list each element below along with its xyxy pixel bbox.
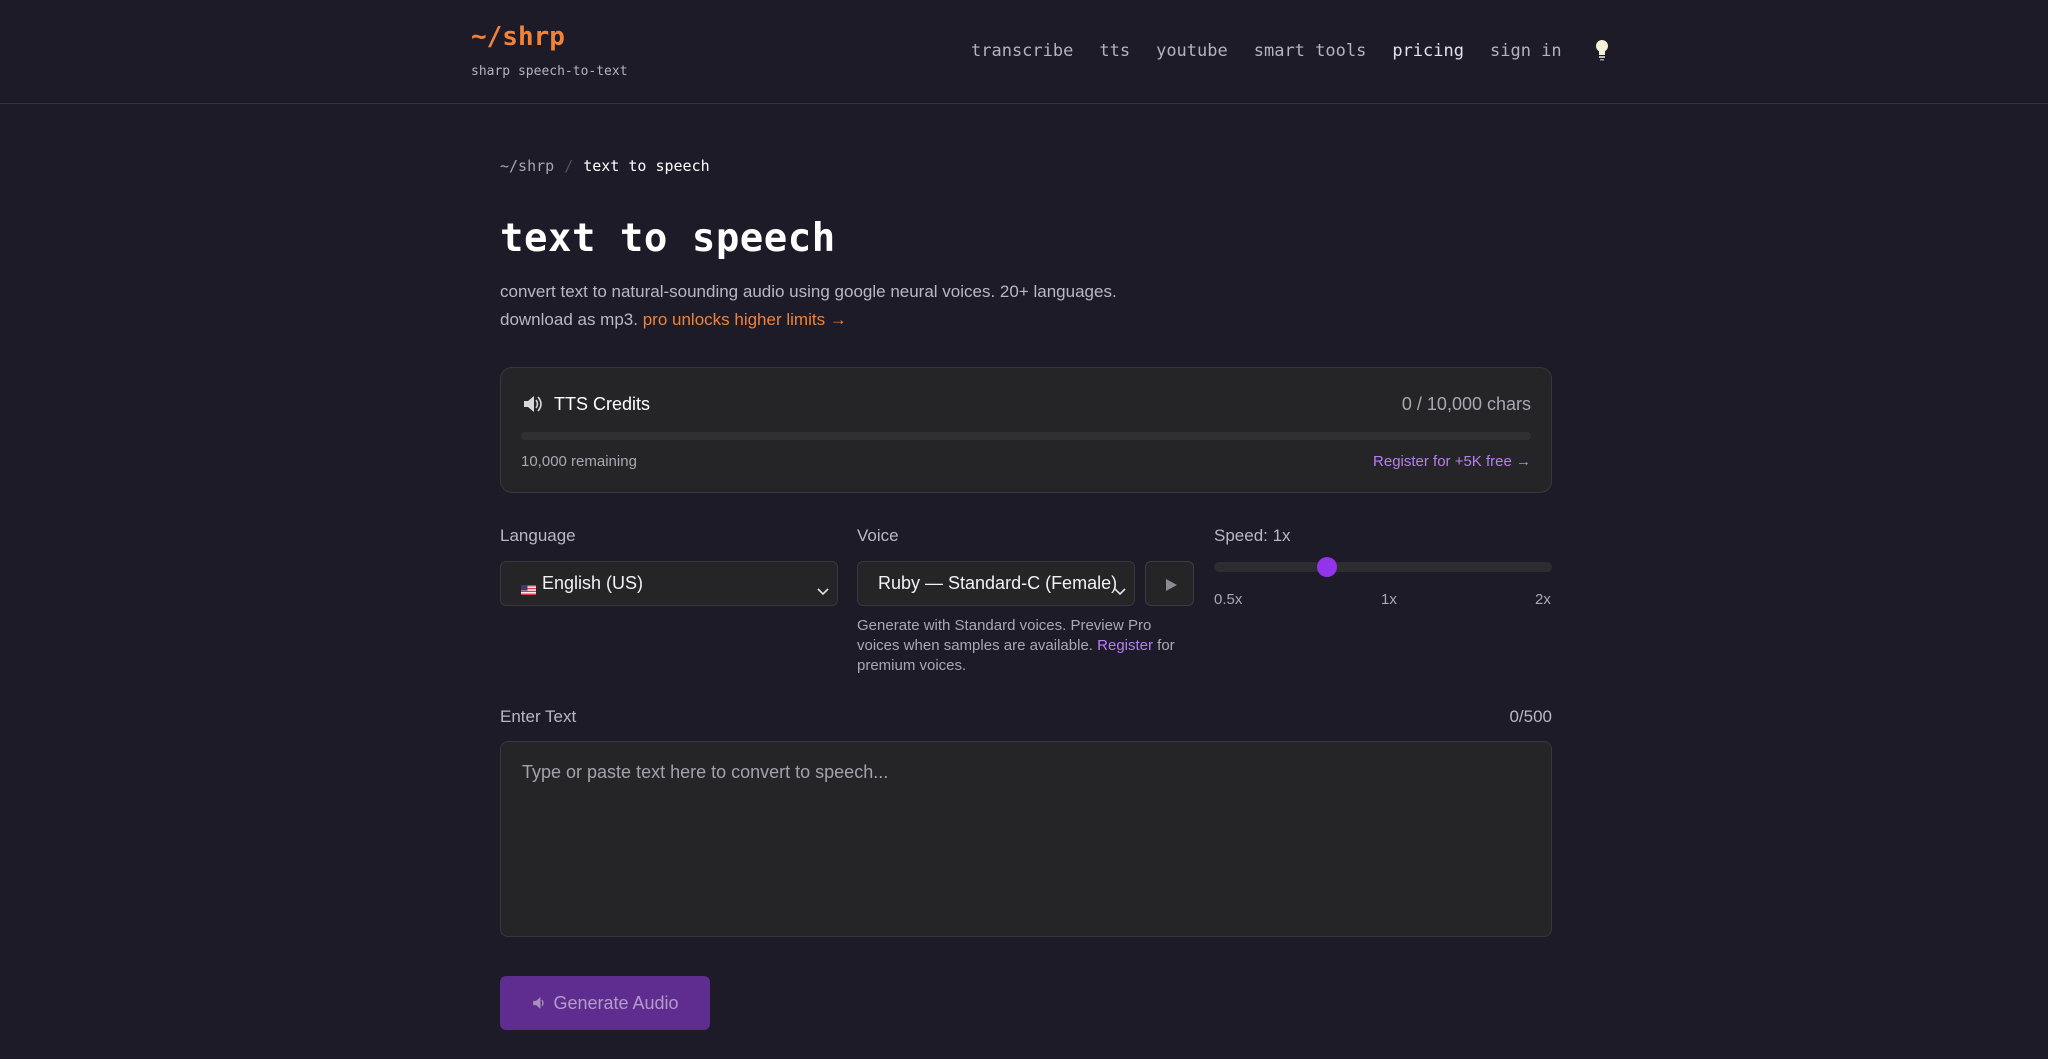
nav-sign-in[interactable]: sign in [1490,41,1562,61]
speed-tick-min: 0.5x [1214,591,1243,608]
main-nav: transcribe tts youtube smart tools prici… [971,40,1610,62]
breadcrumb: ~/shrp / text to speech [500,157,710,175]
nav-smart-tools[interactable]: smart tools [1254,41,1367,61]
lightbulb-icon[interactable] [1594,39,1610,61]
tagline: sharp speech-to-text [471,64,628,79]
voice-selected: Ruby — Standard-C (Female) [878,573,1118,593]
language-selected: English (US) [542,573,644,593]
pro-link[interactable]: pro unlocks higher limits → [643,310,847,329]
register-link[interactable]: Register for +5K free → [1373,453,1531,470]
nav-tts[interactable]: tts [1099,41,1130,61]
language-label: Language [500,526,576,545]
tts-credits-card: TTS Credits 0 / 10,000 chars 10,000 rema… [500,367,1552,493]
text-input-placeholder: Type or paste text here to convert to sp… [522,762,889,782]
generate-audio-label: Generate Audio [553,992,679,1013]
generate-audio-button[interactable]: Generate Audio [500,976,710,1030]
speaker-icon [521,393,543,415]
character-count: 0/500 [1509,707,1552,726]
nav-transcribe[interactable]: transcribe [971,41,1073,61]
us-flag-icon [521,579,536,595]
speed-tick-max: 2x [1535,591,1551,608]
speed-slider[interactable] [1214,557,1552,577]
breadcrumb-separator: / [564,157,574,175]
chevron-down-icon [817,580,829,596]
nav-pricing[interactable]: pricing [1392,41,1464,61]
page-title: text to speech [500,216,836,261]
top-header: ~/shrp sharp speech-to-text transcribe t… [0,0,2048,104]
speed-label: Speed: 1x [1214,526,1291,545]
voice-hint: Generate with Standard voices. Preview P… [857,616,1195,676]
credits-progress-bar [521,432,1531,440]
credits-usage: 0 / 10,000 chars [1401,394,1531,414]
text-input-label: Enter Text [500,707,577,726]
play-icon [1166,579,1177,591]
text-input[interactable]: Type or paste text here to convert to sp… [500,741,1552,937]
preview-voice-button[interactable] [1145,561,1194,606]
language-select[interactable]: English (US) [500,561,838,606]
voice-select[interactable]: Ruby — Standard-C (Female) [857,561,1135,606]
credits-remaining: 10,000 remaining [521,453,637,470]
logo[interactable]: ~/shrp [471,22,565,52]
speaker-icon [531,995,547,1011]
speed-slider-thumb[interactable] [1316,557,1337,577]
breadcrumb-current: text to speech [583,157,710,175]
page-description: convert text to natural-sounding audio u… [500,278,1180,334]
nav-youtube[interactable]: youtube [1156,41,1228,61]
breadcrumb-root[interactable]: ~/shrp [500,157,554,175]
voice-label: Voice [857,526,899,545]
voice-register-link[interactable]: Register [1097,637,1153,654]
credits-title: TTS Credits [554,394,651,414]
speed-tick-mid: 1x [1381,591,1397,608]
chevron-down-icon [1114,580,1126,596]
